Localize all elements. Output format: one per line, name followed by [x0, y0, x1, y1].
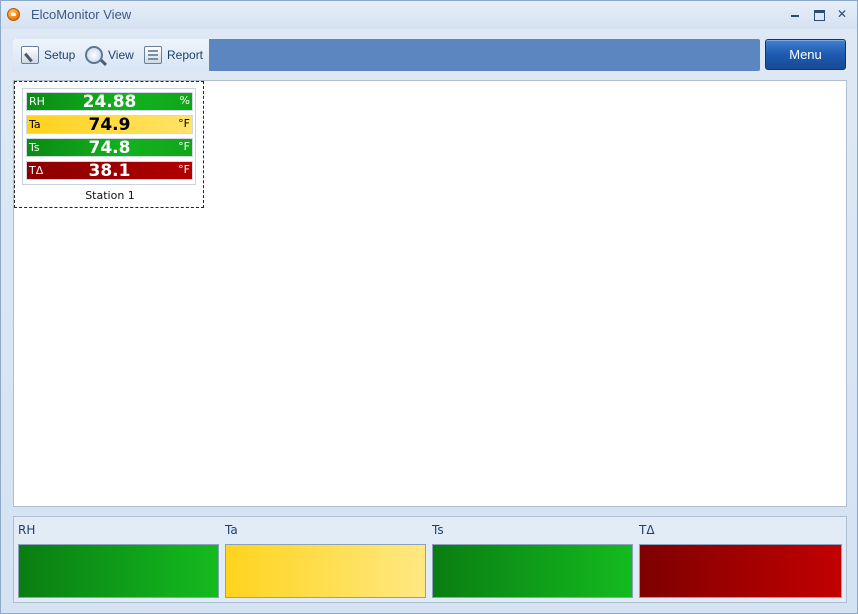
maximize-button[interactable] — [810, 6, 828, 22]
metric-rh: RH 24.88 % — [26, 92, 193, 112]
metric-value: 74.9 — [88, 115, 131, 135]
station-card[interactable]: RH 24.88 % Ta 74.9 °F Ts 74.8 °F TΔ 38.1… — [14, 81, 204, 208]
app-window: ElcoMonitor View ✕ Setup View Report Men… — [0, 0, 858, 614]
legend-label-ts: Ts — [432, 523, 444, 537]
report-button[interactable]: Report — [144, 45, 203, 65]
metric-t-delta: TΔ 38.1 °F — [26, 161, 193, 181]
station-metrics-panel: RH 24.88 % Ta 74.9 °F Ts 74.8 °F TΔ 38.1… — [22, 88, 196, 185]
metric-unit: °F — [178, 117, 190, 130]
legend-swatch-ts — [432, 544, 633, 598]
setup-label: Setup — [44, 48, 76, 62]
title-bar: ElcoMonitor View ✕ — [1, 1, 857, 29]
metric-value: 24.88 — [82, 92, 137, 112]
legend-label-t-delta: TΔ — [639, 523, 655, 537]
setup-button[interactable]: Setup — [21, 45, 75, 65]
legend-swatch-t-delta — [639, 544, 842, 598]
app-logo-icon — [7, 8, 20, 21]
legend-swatch-rh — [18, 544, 219, 598]
metric-ts: Ts 74.8 °F — [26, 138, 193, 158]
view-button[interactable]: View — [85, 45, 134, 65]
minimize-button[interactable] — [786, 6, 804, 22]
report-icon — [144, 46, 162, 64]
window-title: ElcoMonitor View — [31, 7, 132, 22]
report-label: Report — [167, 48, 204, 62]
magnifier-icon — [85, 46, 103, 64]
legend-label-rh: RH — [18, 523, 36, 537]
legend-label-ta: Ta — [225, 523, 238, 537]
metric-unit: °F — [178, 163, 190, 176]
metric-value: 38.1 — [88, 161, 131, 181]
metric-value: 74.8 — [88, 138, 131, 158]
station-name: Station 1 — [85, 189, 135, 202]
view-label: View — [108, 48, 134, 62]
legend-swatch-ta — [225, 544, 426, 598]
menu-button[interactable]: Menu — [765, 39, 846, 70]
metric-ta: Ta 74.9 °F — [26, 115, 193, 135]
close-button[interactable]: ✕ — [833, 6, 851, 22]
metric-unit: °F — [178, 140, 190, 153]
setup-icon — [21, 46, 39, 64]
metric-unit: % — [179, 94, 190, 107]
